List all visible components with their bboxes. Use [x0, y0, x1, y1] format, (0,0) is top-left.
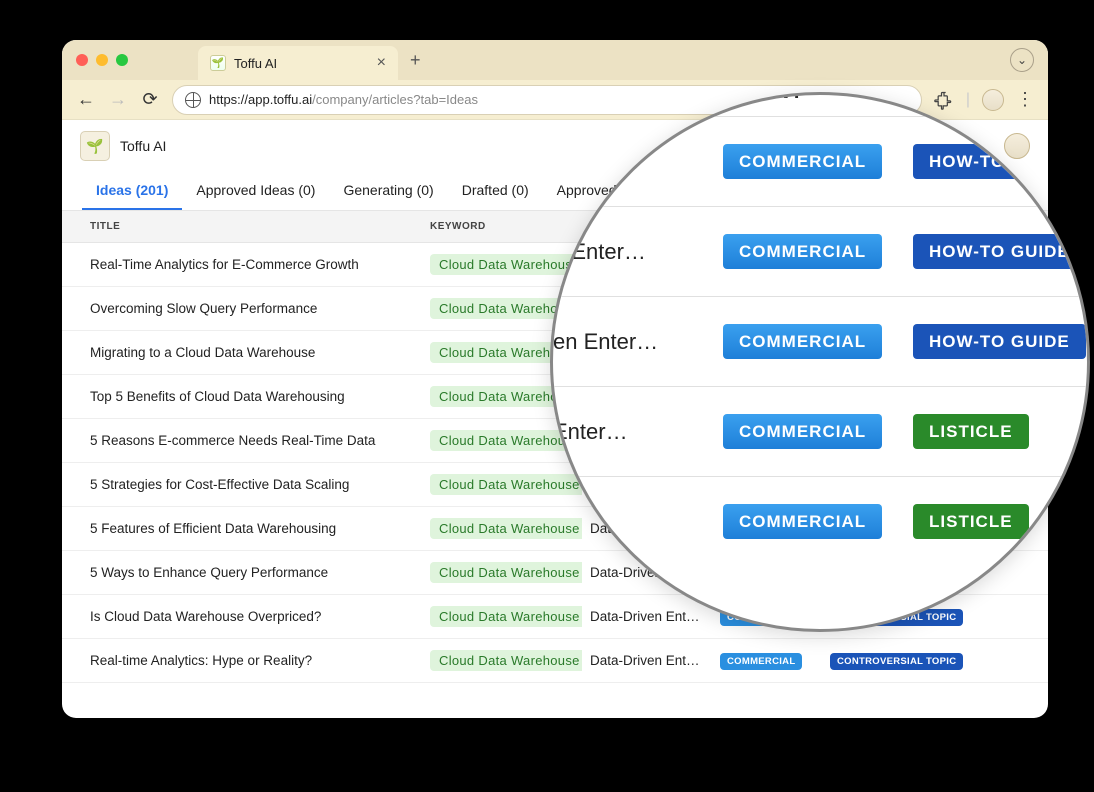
- mag-cell-product: Enter…: [550, 419, 693, 445]
- cell-title: 5 Strategies for Cost-Effective Data Sca…: [82, 467, 422, 502]
- mag-row: ter… COMMERCIAL HOW-TO GUIDE: [550, 116, 1090, 206]
- type-badge: LISTICLE: [913, 414, 1029, 449]
- cell-title: 5 Ways to Enhance Query Performance: [82, 555, 422, 590]
- traffic-lights: [76, 54, 128, 66]
- intent-badge: COMMERCIAL: [723, 504, 882, 539]
- tabs-dropdown-button[interactable]: ⌄: [1010, 48, 1034, 72]
- intent-badge: COMMERCIAL: [723, 144, 882, 179]
- cell-keyword: Cloud Data Warehouse: [422, 596, 582, 637]
- mag-row: en Enter… COMMERCIAL HOW-TO GUIDE: [550, 296, 1090, 386]
- cell-title: Real-Time Analytics for E-Commerce Growt…: [82, 247, 422, 282]
- mag-row: Enter… COMMERCIAL LISTICLE: [550, 386, 1090, 476]
- app-name: Toffu AI: [120, 138, 166, 154]
- mag-row: … COMMERCIAL LISTICLE: [550, 476, 1090, 566]
- cell-title: Migrating to a Cloud Data Warehouse: [82, 335, 422, 370]
- column-header-title[interactable]: TITLE: [82, 211, 422, 242]
- toffu-logo[interactable]: 🌱: [80, 131, 110, 161]
- cell-intent: COMMERCIAL: [712, 642, 822, 680]
- magnifier-overlay: INTENT TYPE ter… COMMERCIAL HOW-TO GUIDE…: [550, 92, 1090, 632]
- cell-title: 5 Features of Efficient Data Warehousing: [82, 511, 422, 546]
- mag-cell-product: n Enter…: [550, 239, 693, 265]
- window-maximize-button[interactable]: [116, 54, 128, 66]
- tab-drafted-[interactable]: Drafted (0): [448, 172, 543, 210]
- mag-row: n Enter… COMMERCIAL HOW-TO GUIDE: [550, 206, 1090, 296]
- type-badge: LISTICLE: [913, 504, 1029, 539]
- globe-icon: [185, 92, 201, 108]
- type-badge: HOW-TO GUIDE: [913, 324, 1086, 359]
- intent-badge: COMMERCIAL: [723, 324, 882, 359]
- tab-approved-ideas-[interactable]: Approved Ideas (0): [182, 172, 329, 210]
- tab-ideas-[interactable]: Ideas (201): [82, 172, 182, 210]
- cell-keyword: Cloud Data Warehouse: [422, 640, 582, 681]
- nav-forward-button[interactable]: →: [108, 90, 128, 110]
- cell-product: Data-Driven Enter…: [582, 643, 712, 678]
- cell-title: 5 Reasons E-commerce Needs Real-Time Dat…: [82, 423, 422, 458]
- mag-cell-product: …: [550, 509, 693, 535]
- tab-generating-[interactable]: Generating (0): [329, 172, 447, 210]
- window-close-button[interactable]: [76, 54, 88, 66]
- cell-type: CONTROVERSIAL TOPIC: [822, 642, 1028, 680]
- window-minimize-button[interactable]: [96, 54, 108, 66]
- mag-cell-product: ter…: [550, 149, 693, 175]
- toffu-favicon: 🌱: [210, 55, 226, 71]
- mag-cell-product: en Enter…: [550, 329, 693, 355]
- browser-tab-title: Toffu AI: [234, 56, 369, 71]
- close-tab-icon[interactable]: ×: [377, 54, 386, 72]
- cell-title: Is Cloud Data Warehouse Overpriced?: [82, 599, 422, 634]
- cell-title: Top 5 Benefits of Cloud Data Warehousing: [82, 379, 422, 414]
- cell-product: Data-Driven Enter…: [582, 599, 712, 634]
- intent-badge: COMMERCIAL: [723, 414, 882, 449]
- browser-tab-bar: 🌱 Toffu AI × + ⌄: [62, 40, 1048, 80]
- type-badge: HOW-TO GUIDE: [913, 144, 1086, 179]
- reload-button[interactable]: ⟳: [140, 90, 160, 110]
- cell-title: Overcoming Slow Query Performance: [82, 291, 422, 326]
- table-row[interactable]: Real-time Analytics: Hype or Reality? Cl…: [62, 639, 1048, 683]
- cell-title: Real-time Analytics: Hype or Reality?: [82, 643, 422, 678]
- url-text: https://app.toffu.ai/company/articles?ta…: [209, 92, 478, 107]
- new-tab-button[interactable]: +: [410, 50, 421, 71]
- nav-back-button[interactable]: ←: [76, 90, 96, 110]
- browser-tab[interactable]: 🌱 Toffu AI ×: [198, 46, 398, 80]
- intent-badge: COMMERCIAL: [723, 234, 882, 269]
- type-badge: HOW-TO GUIDE: [913, 234, 1086, 269]
